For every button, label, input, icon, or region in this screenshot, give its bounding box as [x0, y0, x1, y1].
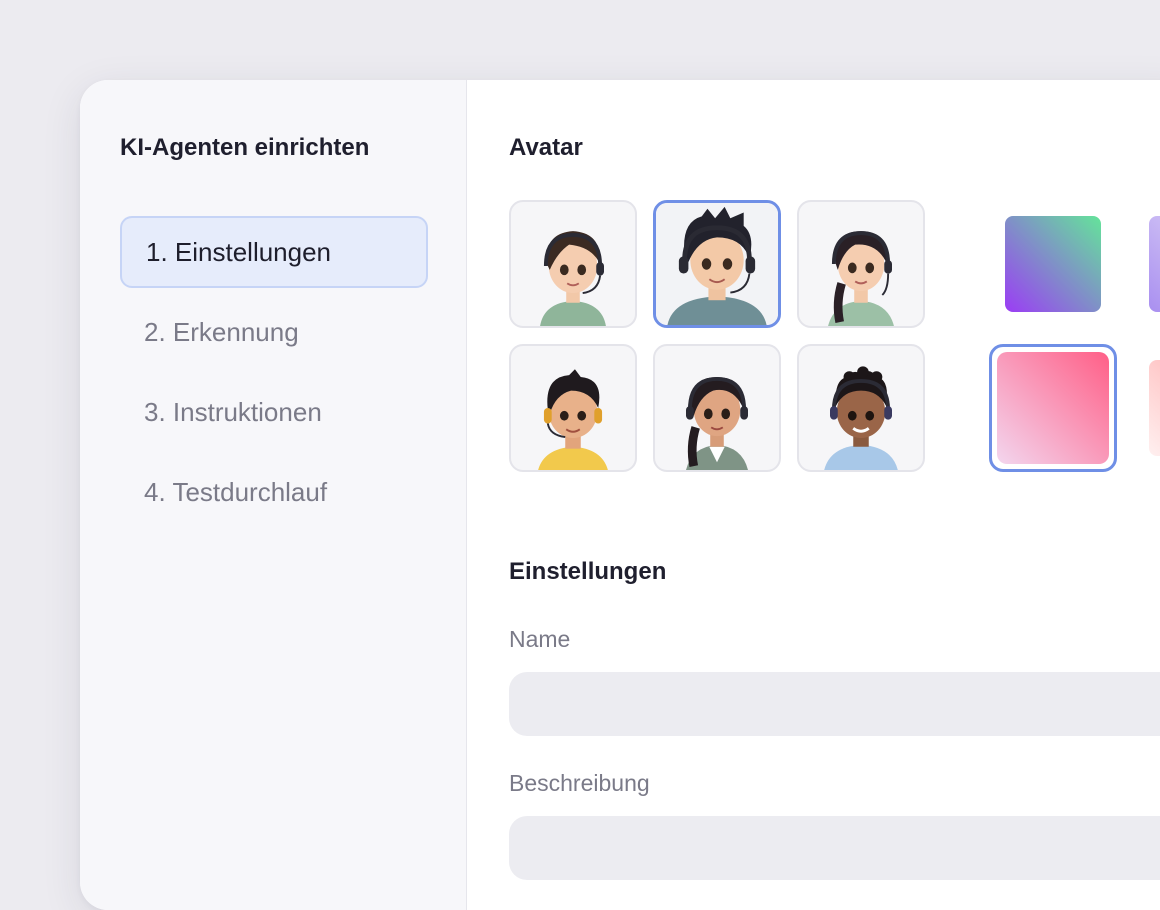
avatar-option-5[interactable] [653, 344, 781, 472]
sidebar-title: KI-Agenten einrichten [120, 134, 370, 161]
avatar-option-3[interactable] [797, 200, 925, 328]
avatar-option-4[interactable] [509, 344, 637, 472]
settings-section-title: Einstellungen [509, 558, 667, 585]
gradient-swatch [1149, 216, 1160, 312]
sidebar: KI-Agenten einrichten 1. Einstellungen 2… [80, 80, 467, 910]
setup-card: KI-Agenten einrichten 1. Einstellungen 2… [80, 80, 1160, 910]
avatar-grid [509, 200, 929, 472]
avatar-girl-braid-dark-icon [686, 376, 748, 470]
color-swatch-2[interactable] [1133, 200, 1160, 328]
avatar-girl-short-hair-icon [540, 231, 606, 326]
color-swatch-3[interactable] [989, 344, 1117, 472]
step-erkennung[interactable]: 2. Erkennung [120, 296, 428, 368]
avatar-boy-spiky-hair-icon [656, 203, 778, 325]
description-input[interactable] [509, 816, 1160, 880]
description-label: Beschreibung [509, 770, 650, 796]
color-swatch-1[interactable] [989, 200, 1117, 328]
gradient-swatch [1005, 216, 1101, 312]
step-instruktionen[interactable]: 3. Instruktionen [120, 376, 428, 448]
name-input[interactable] [509, 672, 1160, 736]
avatar-option-2[interactable] [653, 200, 781, 328]
avatar-option-6[interactable] [797, 344, 925, 472]
gradient-swatch [997, 352, 1109, 464]
avatar-girl-braid-icon [828, 231, 894, 326]
avatar-section-title: Avatar [509, 134, 583, 161]
avatar-boy-yellow-shirt-icon [538, 369, 608, 470]
name-label: Name [509, 626, 571, 652]
step-testdurchlauf[interactable]: 4. Testdurchlauf [120, 456, 428, 528]
gradient-swatch [1149, 360, 1160, 456]
avatar-boy-curly-hair-icon [824, 366, 898, 470]
step-nav: 1. Einstellungen 2. Erkennung 3. Instruk… [120, 216, 428, 536]
main-panel: Avatar Einstellungen Name Beschreibung [467, 80, 1160, 910]
background-color-picker [989, 200, 1160, 480]
color-swatch-4[interactable] [1133, 344, 1160, 472]
step-einstellungen[interactable]: 1. Einstellungen [120, 216, 428, 288]
avatar-option-1[interactable] [509, 200, 637, 328]
